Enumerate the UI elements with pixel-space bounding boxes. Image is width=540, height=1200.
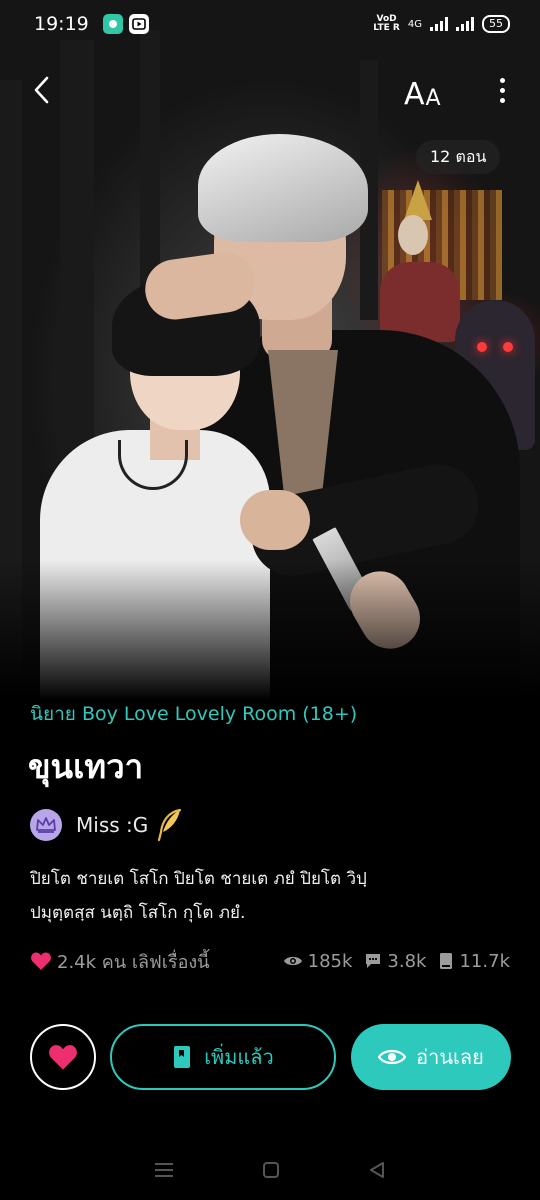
description-line-2: ปมุตฺตสฺส นตฺถิ โสโก กุโต ภยํ.: [30, 903, 246, 923]
signal-icon-2: [456, 17, 474, 31]
battery-indicator: 55: [482, 15, 510, 33]
novel-title: ขุนเทวา: [28, 747, 144, 786]
home-nav-icon[interactable]: [261, 1160, 281, 1180]
bookmarks-count: 11.7k: [459, 950, 510, 972]
stats-row: 2.4k คน เลิฟเรื่องนี้ 185k 3.8k 11.7k: [30, 946, 510, 976]
more-options-button[interactable]: [488, 72, 516, 108]
app-notification-icon: [102, 14, 123, 34]
episodes-badge: 12 ตอน: [416, 140, 501, 174]
system-navigation-bar: [0, 1140, 540, 1200]
book-icon: [174, 1046, 191, 1068]
likes-count: 2.4k คน เลิฟเรื่องนี้: [57, 951, 210, 973]
font-size-icon-big: A: [404, 77, 425, 112]
back-nav-icon[interactable]: [367, 1160, 387, 1180]
added-label: เพิ่มแล้ว: [204, 1045, 274, 1069]
status-bar: 19:19 VoD LTE R 4G 55: [0, 0, 540, 48]
added-to-library-button[interactable]: เพิ่มแล้ว: [110, 1024, 336, 1090]
author-avatar: [30, 809, 62, 841]
views-count: 185k: [307, 950, 353, 972]
read-label: อ่านเลย: [416, 1045, 484, 1069]
description-line-1: ปิยโต ชายเต โสโก ปิยโต ชายเต ภยํ ปิยโต ว…: [30, 869, 367, 889]
volte-indicator: VoD LTE R: [373, 14, 400, 33]
book-icon: [440, 953, 453, 969]
font-size-icon-small: A: [425, 86, 441, 111]
back-chevron-icon: [34, 76, 49, 104]
menu-nav-icon[interactable]: [153, 1161, 175, 1179]
bookmarks-stat: 11.7k: [438, 951, 510, 972]
likes-stat: 2.4k คน เลิฟเรื่องนี้: [30, 947, 210, 976]
video-notification-icon: [128, 14, 149, 34]
comments-count: 3.8k: [387, 950, 427, 972]
eye-icon: [283, 956, 302, 966]
comments-stat: 3.8k: [364, 951, 426, 972]
comment-icon: [366, 954, 381, 968]
cover-image: [0, 0, 540, 700]
eye-icon: [378, 1049, 407, 1065]
heart-icon: [31, 952, 51, 970]
read-now-button[interactable]: อ่านเลย: [351, 1024, 511, 1090]
author-row[interactable]: Miss :G: [30, 806, 182, 844]
back-button[interactable]: [24, 72, 60, 108]
status-time: 19:19: [34, 13, 89, 35]
like-button[interactable]: [30, 1024, 96, 1090]
signal-icon: [430, 17, 448, 31]
novel-description: ปิยโต ชายเต โสโก ปิยโต ชายเต ภยํ ปิยโต ว…: [30, 862, 510, 930]
font-size-button[interactable]: AA: [404, 70, 450, 110]
heart-icon: [49, 1045, 77, 1070]
views-stat: 185k: [283, 950, 353, 972]
author-name: Miss :G: [76, 813, 149, 837]
feather-icon: [158, 808, 182, 842]
network-type: 4G: [407, 18, 422, 30]
category-label[interactable]: นิยาย Boy Love Lovely Room (18+): [30, 699, 357, 729]
crown-icon: [36, 817, 56, 833]
